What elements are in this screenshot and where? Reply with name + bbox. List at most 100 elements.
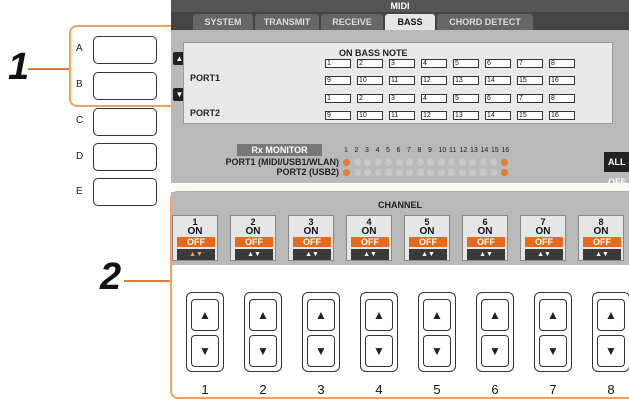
- note-checkbox[interactable]: 3: [389, 59, 415, 68]
- note-checkbox[interactable]: 9: [325, 76, 351, 85]
- note-checkbox[interactable]: 2: [357, 94, 383, 103]
- channel-cell[interactable]: 6 ON OFF ▲▼: [462, 215, 508, 261]
- button-b[interactable]: [93, 72, 157, 100]
- note-checkbox[interactable]: 2: [357, 59, 383, 68]
- channel-arrow-icon[interactable]: ▲▼: [177, 249, 215, 260]
- note-checkbox[interactable]: 8: [549, 94, 575, 103]
- channel-arrow-icon[interactable]: ▲▼: [293, 249, 331, 260]
- note-checkbox[interactable]: 12: [421, 111, 447, 120]
- note-checkbox[interactable]: 8: [549, 59, 575, 68]
- channel-arrow-icon[interactable]: ▲▼: [467, 249, 505, 260]
- hardware-button-label: 6: [491, 382, 499, 397]
- button-c[interactable]: [93, 108, 157, 136]
- channel-off-option[interactable]: OFF: [409, 237, 447, 247]
- note-checkbox[interactable]: 11: [389, 76, 415, 85]
- note-checkbox[interactable]: 4: [421, 59, 447, 68]
- callout-2-line: [124, 280, 171, 282]
- channel-arrow-icon[interactable]: ▲▼: [409, 249, 447, 260]
- rx-channel-number: 9: [428, 147, 432, 154]
- rx-channel-number: 10: [438, 147, 447, 154]
- channel-cell[interactable]: 5 ON OFF ▲▼: [404, 215, 450, 261]
- button-e[interactable]: [93, 178, 157, 206]
- note-checkbox[interactable]: 3: [389, 94, 415, 103]
- note-checkbox[interactable]: 10: [357, 76, 383, 85]
- note-checkbox[interactable]: 5: [453, 59, 479, 68]
- note-checkbox[interactable]: 7: [517, 59, 543, 68]
- up-arrow-button[interactable]: ▲: [423, 299, 451, 331]
- channel-on-option[interactable]: ON: [405, 226, 449, 237]
- button-d[interactable]: [93, 143, 157, 171]
- note-checkbox[interactable]: 1: [325, 94, 351, 103]
- up-arrow-button[interactable]: ▲: [249, 299, 277, 331]
- down-arrow-button[interactable]: ▼: [539, 335, 567, 367]
- note-checkbox[interactable]: 15: [517, 111, 543, 120]
- note-checkbox[interactable]: 13: [453, 76, 479, 85]
- channel-arrow-icon[interactable]: ▲▼: [525, 249, 563, 260]
- down-arrow-button[interactable]: ▼: [423, 335, 451, 367]
- tab-chord-detect[interactable]: CHORD DETECT: [437, 14, 533, 30]
- channel-on-option[interactable]: ON: [289, 226, 333, 237]
- note-checkbox[interactable]: 4: [421, 94, 447, 103]
- channel-cell[interactable]: 3 ON OFF ▲▼: [288, 215, 334, 261]
- note-checkbox[interactable]: 7: [517, 94, 543, 103]
- down-arrow-button[interactable]: ▼: [597, 335, 625, 367]
- channel-cell[interactable]: 4 ON OFF ▲▼: [346, 215, 392, 261]
- up-arrow-button[interactable]: ▲: [191, 299, 219, 331]
- channel-arrow-icon[interactable]: ▲▼: [583, 249, 621, 260]
- up-arrow-button[interactable]: ▲: [481, 299, 509, 331]
- channel-off-option[interactable]: OFF: [525, 237, 563, 247]
- channel-off-option[interactable]: OFF: [293, 237, 331, 247]
- up-arrow-button[interactable]: ▲: [307, 299, 335, 331]
- note-checkbox[interactable]: 1: [325, 59, 351, 68]
- note-checkbox[interactable]: 6: [485, 94, 511, 103]
- note-checkbox[interactable]: 16: [549, 111, 575, 120]
- channel-on-option[interactable]: ON: [579, 226, 623, 237]
- up-arrow-button[interactable]: ▲: [539, 299, 567, 331]
- down-arrow-button[interactable]: ▼: [307, 335, 335, 367]
- up-arrow-button[interactable]: ▲: [597, 299, 625, 331]
- channel-off-option[interactable]: OFF: [583, 237, 621, 247]
- rx-indicator-dot: [448, 159, 455, 166]
- note-checkbox[interactable]: 5: [453, 94, 479, 103]
- rx-channel-number: 6: [396, 147, 401, 154]
- channel-off-option[interactable]: OFF: [177, 237, 215, 247]
- note-checkbox[interactable]: 11: [389, 111, 415, 120]
- up-arrow-button[interactable]: ▲: [365, 299, 393, 331]
- channel-off-option[interactable]: OFF: [235, 237, 273, 247]
- note-checkbox[interactable]: 10: [357, 111, 383, 120]
- channel-arrow-icon[interactable]: ▲▼: [351, 249, 389, 260]
- screen-title: MIDI: [171, 0, 629, 12]
- tab-system[interactable]: SYSTEM: [193, 14, 253, 30]
- down-arrow-button[interactable]: ▼: [191, 335, 219, 367]
- down-arrow-button[interactable]: ▼: [365, 335, 393, 367]
- channel-cell[interactable]: 1 ON OFF ▲▼: [172, 215, 218, 261]
- channel-cell[interactable]: 7 ON OFF ▲▼: [520, 215, 566, 261]
- channel-cell[interactable]: 8 ON OFF ▲▼: [578, 215, 624, 261]
- channel-off-option[interactable]: OFF: [351, 237, 389, 247]
- rx-channel-number: 2: [354, 147, 359, 154]
- channel-arrow-icon[interactable]: ▲▼: [235, 249, 273, 260]
- note-checkbox[interactable]: 16: [549, 76, 575, 85]
- down-arrow-button[interactable]: ▼: [249, 335, 277, 367]
- channel-on-option[interactable]: ON: [347, 226, 391, 237]
- note-checkbox[interactable]: 12: [421, 76, 447, 85]
- channel-on-option[interactable]: ON: [173, 226, 217, 237]
- tab-transmit[interactable]: TRANSMIT: [255, 14, 319, 30]
- note-checkbox[interactable]: 13: [453, 111, 479, 120]
- channel-on-option[interactable]: ON: [521, 226, 565, 237]
- note-checkbox[interactable]: 14: [485, 76, 511, 85]
- channel-off-option[interactable]: OFF: [467, 237, 505, 247]
- note-checkbox[interactable]: 15: [517, 76, 543, 85]
- note-checkbox[interactable]: 9: [325, 111, 351, 120]
- tab-bass[interactable]: BASS: [385, 14, 435, 30]
- channel-on-option[interactable]: ON: [463, 226, 507, 237]
- channel-cell[interactable]: 2 ON OFF ▲▼: [230, 215, 276, 261]
- button-a[interactable]: [93, 36, 157, 64]
- hardware-button-label: 7: [549, 382, 557, 397]
- note-checkbox[interactable]: 14: [485, 111, 511, 120]
- all-off-button[interactable]: ALL OFF: [604, 152, 629, 183]
- channel-on-option[interactable]: ON: [231, 226, 275, 237]
- tab-receive[interactable]: RECEIVE: [321, 14, 383, 30]
- down-arrow-button[interactable]: ▼: [481, 335, 509, 367]
- note-checkbox[interactable]: 6: [485, 59, 511, 68]
